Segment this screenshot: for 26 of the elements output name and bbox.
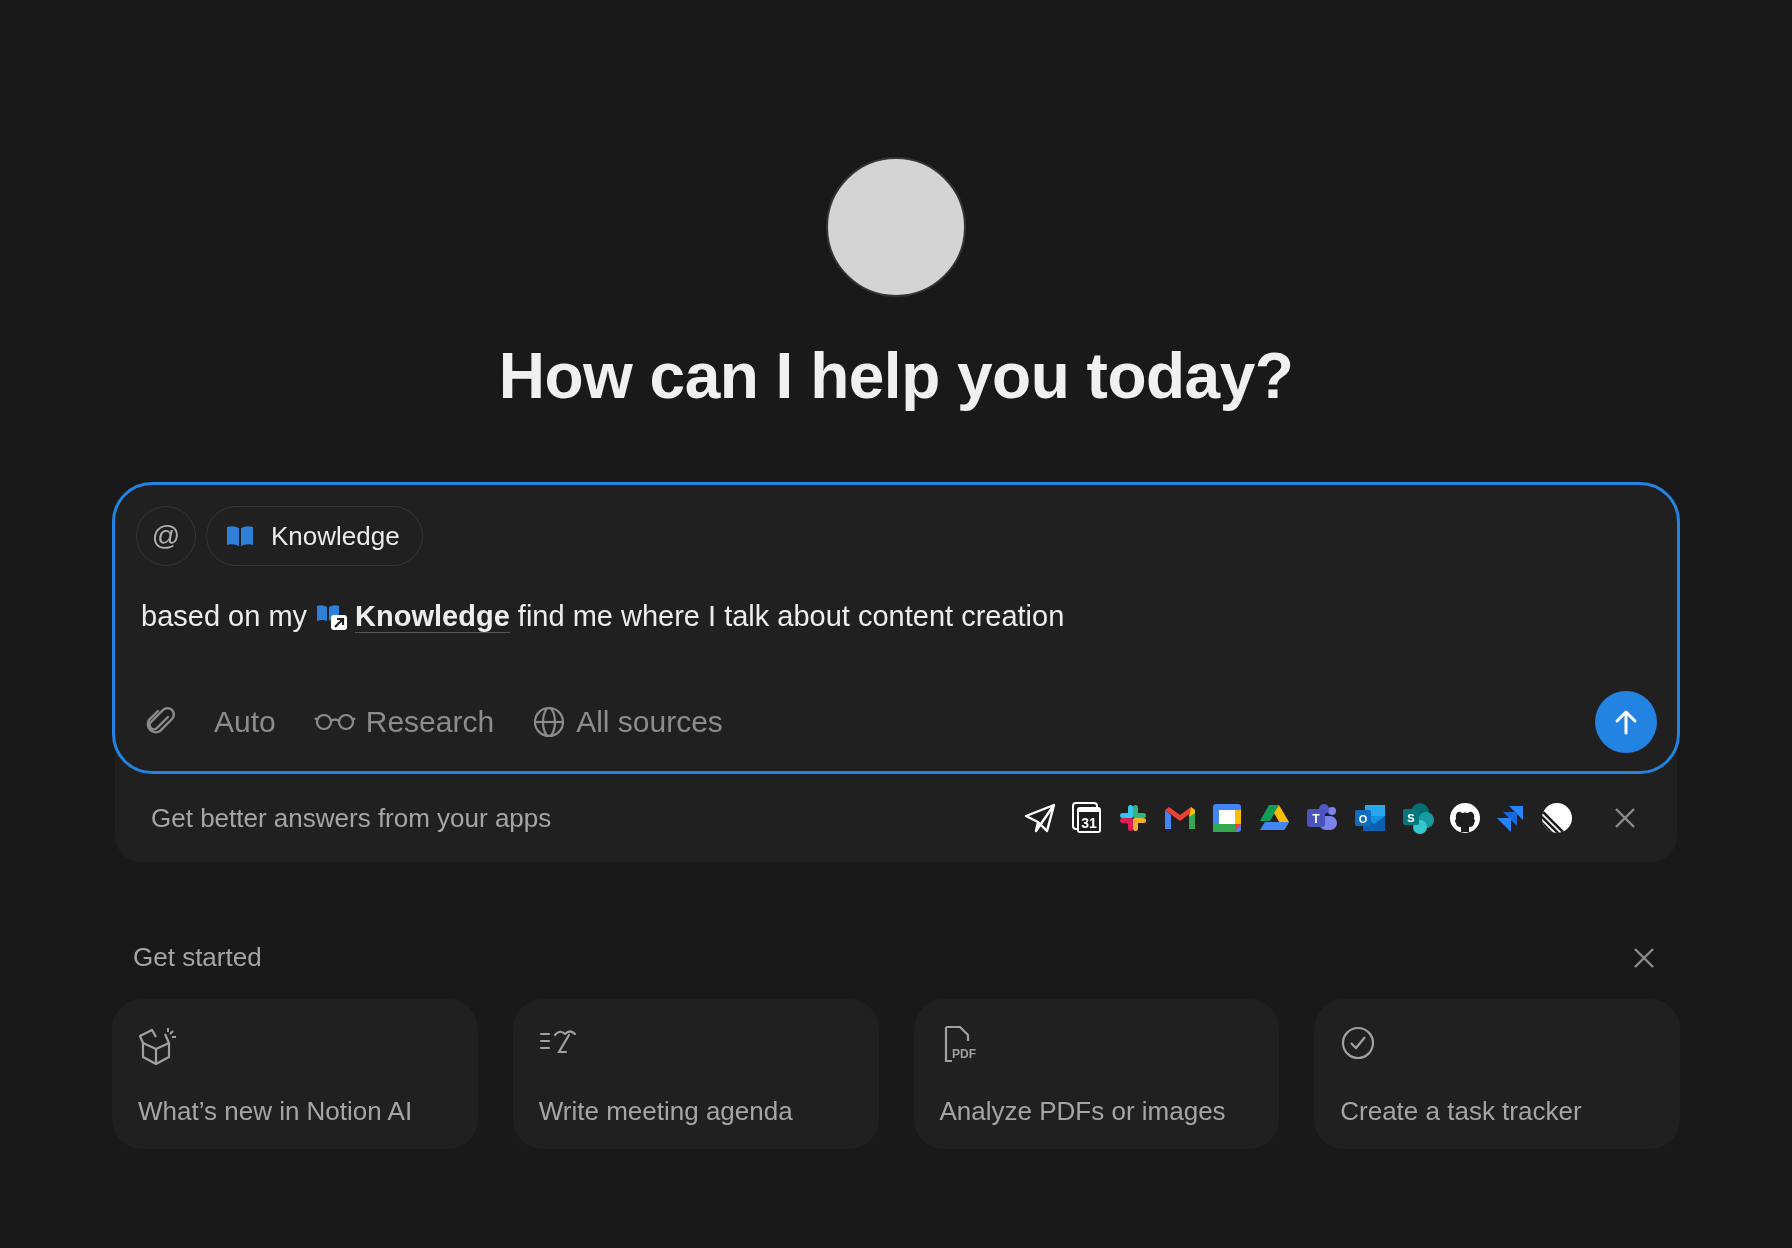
research-button[interactable]: Research xyxy=(313,705,495,739)
close-icon[interactable] xyxy=(1632,945,1656,970)
prompt-text: based on my Knowledge find me where I talk about content creation xyxy=(141,599,1066,635)
banner-text: Get better answers from your apps xyxy=(151,802,552,834)
suggestion-card[interactable]: PDF Analyze PDFs or images xyxy=(913,999,1280,1149)
heading: How can I help you today? xyxy=(498,339,1294,414)
hash-icon[interactable] xyxy=(1117,802,1149,834)
square-icon[interactable] xyxy=(1211,802,1243,834)
model-button[interactable]: Auto xyxy=(214,705,276,739)
check-circle-icon xyxy=(1340,1025,1377,1061)
mail-icon[interactable] xyxy=(1163,804,1197,832)
suggestion-card[interactable]: Create a task tracker xyxy=(1314,999,1680,1149)
section-title: Get started xyxy=(133,942,262,973)
sources-button[interactable]: All sources xyxy=(532,705,723,739)
composer-field[interactable]: @ Knowledge based on my Knowledge find me where I talk about content creation Auto Research All sources xyxy=(112,482,1680,774)
suggestion-card[interactable]: Write meeting agenda xyxy=(512,999,879,1149)
cat-icon[interactable] xyxy=(1449,802,1481,834)
box-icon xyxy=(138,1025,178,1067)
book-link-icon xyxy=(315,603,350,631)
globe-icon xyxy=(532,705,567,739)
book-icon xyxy=(225,524,255,548)
triangle-icon[interactable] xyxy=(1257,803,1291,833)
close-icon[interactable] xyxy=(1613,806,1637,830)
suggestion-card[interactable]: What’s new in Notion AI xyxy=(112,999,478,1149)
glasses-icon xyxy=(313,711,356,733)
paper-plane-icon[interactable] xyxy=(1023,801,1057,835)
